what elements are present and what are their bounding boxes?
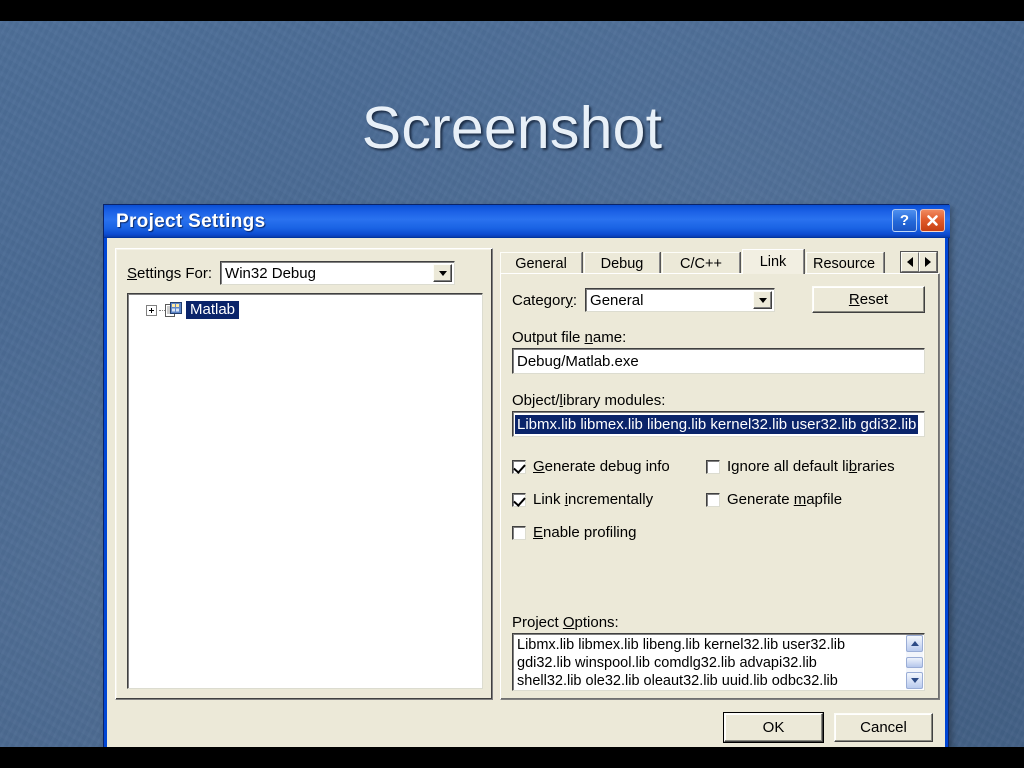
checkbox-icon[interactable] [706, 459, 720, 474]
cancel-button[interactable]: Cancel [834, 713, 933, 742]
reset-button-label: Reset [848, 291, 889, 308]
help-button[interactable]: ? [892, 209, 917, 232]
left-arrow-icon [907, 257, 913, 267]
close-button[interactable] [920, 209, 945, 232]
tab-scroll-left-button[interactable] [901, 252, 919, 272]
project-settings-dialog: Project Settings ? Settings For: Win32 D… [103, 204, 950, 747]
settings-for-dropdown-button[interactable] [433, 264, 453, 282]
settings-for-row: Settings For: Win32 Debug [127, 261, 456, 285]
checkbox-icon[interactable] [512, 459, 526, 474]
scroll-up-button[interactable] [906, 635, 923, 652]
chevron-down-icon [910, 678, 919, 683]
checkbox-generate-mapfile[interactable]: Generate mapfile [706, 491, 842, 508]
dialog-title: Project Settings [116, 211, 266, 232]
project-options-textarea[interactable]: Libmx.lib libmex.lib libeng.lib kernel32… [512, 633, 925, 691]
titlebar-buttons: ? [892, 209, 945, 232]
category-combobox[interactable]: General [585, 288, 776, 312]
right-arrow-icon [925, 257, 931, 267]
checkbox-label: Enable profiling [533, 524, 637, 541]
output-file-label: Output file name: [512, 329, 627, 346]
dialog-titlebar[interactable]: Project Settings ? [104, 205, 950, 238]
checkbox-label: Generate debug info [533, 458, 670, 475]
project-options-scrollbar[interactable] [906, 635, 923, 689]
tab-c-cpp-label: C/C++ [680, 255, 722, 272]
checkbox-icon[interactable] [706, 492, 720, 507]
scrollbar-thumb[interactable] [906, 656, 923, 668]
tab-general[interactable]: General [500, 252, 582, 274]
settings-left-pane: Settings For: Win32 Debug Matlab [115, 248, 493, 700]
object-modules-label: Object/library modules: [512, 392, 666, 409]
cancel-button-label: Cancel [860, 719, 907, 736]
object-modules-input[interactable]: Libmx.lib libmex.lib libeng.lib kernel32… [512, 411, 925, 437]
tab-resources-label: Resource [813, 255, 876, 272]
chevron-down-icon [758, 297, 767, 303]
tree-item-matlab[interactable]: Matlab [146, 301, 240, 319]
settings-for-value: Win32 Debug [225, 264, 316, 282]
tab-link[interactable]: Link [742, 249, 804, 274]
settings-for-combobox[interactable]: Win32 Debug [220, 261, 456, 285]
settings-for-label: Settings For: [127, 264, 213, 282]
object-modules-value: Libmx.lib libmex.lib libeng.lib kernel32… [515, 414, 919, 434]
tab-resources[interactable]: Resource [806, 252, 884, 274]
tab-scroll-right-button[interactable] [919, 252, 937, 272]
presentation-slide: Screenshot Project Settings ? Settings F… [0, 21, 1024, 747]
checkbox-label: Link incrementally [533, 491, 654, 508]
project-tree[interactable]: Matlab [127, 293, 483, 689]
checkbox-enable-profiling[interactable]: Enable profiling [512, 524, 636, 541]
checkbox-generate-debug-info[interactable]: Generate debug info [512, 458, 670, 475]
tab-scroll-buttons [900, 251, 938, 273]
category-label: Category: [512, 291, 578, 309]
page-title: Screenshot [361, 95, 663, 161]
ok-button[interactable]: OK [723, 712, 824, 743]
tab-debug-label: Debug [600, 255, 644, 272]
project-icon [165, 301, 183, 319]
chevron-down-icon [438, 270, 447, 276]
tab-general-label: General [515, 255, 567, 272]
checkbox-icon[interactable] [512, 525, 526, 540]
reset-button[interactable]: Reset [812, 286, 925, 313]
tab-strip: General Debug C/C++ Link Resource [500, 248, 940, 274]
checkbox-label: Ignore all default libraries [727, 458, 895, 475]
checkbox-label: Generate mapfile [727, 491, 843, 508]
category-row: Category: General [512, 288, 776, 312]
tree-item-label: Matlab [186, 301, 240, 319]
checkbox-icon[interactable] [512, 492, 526, 507]
question-mark-icon: ? [899, 212, 910, 229]
category-dropdown-button[interactable] [753, 291, 773, 309]
link-tab-page: Category: General Reset Output file name… [500, 273, 940, 700]
checkbox-ignore-all-default-libraries[interactable]: Ignore all default libraries [706, 458, 895, 475]
project-options-value: Libmx.lib libmex.lib libeng.lib kernel32… [517, 637, 846, 689]
expand-icon[interactable] [146, 304, 157, 316]
category-value: General [590, 291, 644, 309]
close-icon [927, 215, 938, 226]
output-file-value: Debug/Matlab.exe [517, 352, 639, 370]
tab-link-label: Link [759, 254, 787, 270]
scroll-down-button[interactable] [906, 672, 923, 689]
chevron-up-icon [910, 641, 919, 646]
checkbox-link-incrementally[interactable]: Link incrementally [512, 491, 653, 508]
output-file-input[interactable]: Debug/Matlab.exe [512, 348, 925, 374]
ok-button-label: OK [762, 719, 785, 736]
tab-c-cpp[interactable]: C/C++ [662, 252, 740, 274]
tab-debug[interactable]: Debug [584, 252, 660, 274]
project-options-label: Project Options: [512, 614, 619, 631]
settings-right-pane: General Debug C/C++ Link Resource Catego… [500, 248, 940, 700]
